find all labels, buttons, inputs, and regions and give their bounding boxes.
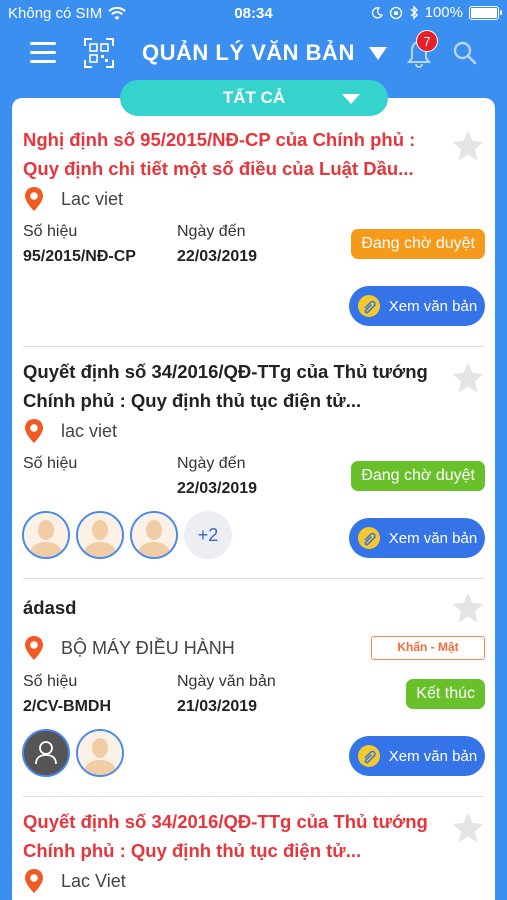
caret-down-icon <box>342 94 360 104</box>
star-icon[interactable] <box>451 591 485 625</box>
caret-down-icon <box>368 46 387 60</box>
number-value: 2/CV-BMDH <box>23 698 112 715</box>
date-value: 22/03/2019 <box>177 248 258 265</box>
location-pin-icon <box>25 187 43 211</box>
rotation-lock-icon <box>389 6 402 19</box>
hamburger-icon <box>30 42 56 45</box>
battery-icon <box>469 5 502 20</box>
date-label: Ngày đến <box>177 455 246 472</box>
hamburger-line <box>30 60 56 63</box>
more-assignees-count[interactable]: +2 <box>184 511 232 559</box>
assignee-avatars[interactable] <box>22 729 124 777</box>
document-title: Nghị định số 95/2015/NĐ-CP của Chính phủ… <box>23 129 416 179</box>
location-row: BỘ MÁY ĐIỀU HÀNH <box>23 635 235 661</box>
moon-icon <box>371 6 383 18</box>
qr-scan-icon[interactable] <box>84 38 114 68</box>
view-document-label: Xem văn bản <box>388 297 478 315</box>
location-pin-icon <box>25 869 43 893</box>
number-label: Số hiệu <box>23 455 78 472</box>
view-document-button[interactable]: Xem văn bản <box>349 286 485 326</box>
document-title: Quyết định số 34/2016/QĐ-TTg của Thủ tướ… <box>23 811 428 861</box>
menu-button[interactable] <box>30 42 56 64</box>
person-avatar-icon <box>24 513 68 557</box>
avatar <box>22 511 70 559</box>
bluetooth-icon <box>410 5 418 20</box>
date-label: Ngày đến <box>177 223 246 240</box>
page-title: QUẢN LÝ VĂN BẢN <box>142 40 355 65</box>
notification-badge: 7 <box>416 30 438 52</box>
title-dropdown[interactable]: QUẢN LÝ VĂN BẢN <box>142 40 387 66</box>
avatar <box>76 729 124 777</box>
document-card[interactable]: Nghị định số 95/2015/NĐ-CP của Chính phủ… <box>12 125 495 347</box>
status-badge: Đang chờ duyệt <box>351 229 485 259</box>
location-text: Lac viet <box>61 188 124 209</box>
star-icon[interactable] <box>451 361 485 395</box>
location-text: Lac Viet <box>61 870 126 891</box>
location-pin-icon <box>25 419 43 443</box>
number-value: 95/2015/NĐ-CP <box>23 248 136 265</box>
document-card[interactable]: Quyết định số 34/2016/QĐ-TTg của Thủ tướ… <box>12 357 495 579</box>
filter-dropdown[interactable]: TẤT CẢ <box>120 80 388 116</box>
date-value: 22/03/2019 <box>177 480 258 497</box>
person-avatar-icon <box>78 513 122 557</box>
battery-percent: 100% <box>424 4 463 21</box>
priority-badge: Khẩn - Mật <box>371 636 485 660</box>
person-avatar-icon <box>132 513 176 557</box>
location-row: lac viet <box>23 418 117 444</box>
avatar <box>22 729 70 777</box>
hamburger-line <box>30 51 56 54</box>
status-badge: Đang chờ duyệt <box>351 461 485 491</box>
user-icon <box>24 731 68 775</box>
location-text: lac viet <box>61 420 118 441</box>
view-document-label: Xem văn bản <box>388 529 478 547</box>
location-text: BỘ MÁY ĐIỀU HÀNH <box>61 637 235 658</box>
status-bar: Không có SIM 08:34 100% <box>0 0 507 28</box>
view-document-button[interactable]: Xem văn bản <box>349 736 485 776</box>
location-row: Lac Viet <box>23 868 126 894</box>
divider <box>23 796 484 797</box>
person-avatar-icon <box>78 731 122 775</box>
document-card[interactable]: ádasd BỘ MÁY ĐIỀU HÀNH Khẩn - Mật Số hiệ… <box>12 593 495 797</box>
divider <box>23 346 484 347</box>
star-icon[interactable] <box>451 811 485 845</box>
app-header: QUẢN LÝ VĂN BẢN 7 <box>0 28 507 80</box>
search-icon[interactable] <box>452 40 478 66</box>
number-label: Số hiệu <box>23 673 78 690</box>
document-card[interactable]: Quyết định số 34/2016/QĐ-TTg của Thủ tướ… <box>12 807 495 900</box>
assignee-avatars[interactable]: +2 <box>22 511 232 559</box>
date-value: 21/03/2019 <box>177 698 258 715</box>
status-badge: Kết thúc <box>406 679 485 709</box>
paperclip-icon <box>357 527 380 549</box>
view-document-label: Xem văn bản <box>388 747 478 765</box>
location-row: Lac viet <box>23 186 123 212</box>
avatar <box>130 511 178 559</box>
number-label: Số hiệu <box>23 223 78 240</box>
location-pin-icon <box>25 636 43 660</box>
paperclip-icon <box>357 295 380 317</box>
paperclip-icon <box>357 745 380 767</box>
star-icon[interactable] <box>451 129 485 163</box>
filter-label: TẤT CẢ <box>222 88 286 107</box>
divider <box>23 578 484 579</box>
document-title: ádasd <box>23 597 77 618</box>
date-label: Ngày văn bản <box>177 673 276 690</box>
avatar <box>76 511 124 559</box>
document-title: Quyết định số 34/2016/QĐ-TTg của Thủ tướ… <box>23 361 428 411</box>
view-document-button[interactable]: Xem văn bản <box>349 518 485 558</box>
